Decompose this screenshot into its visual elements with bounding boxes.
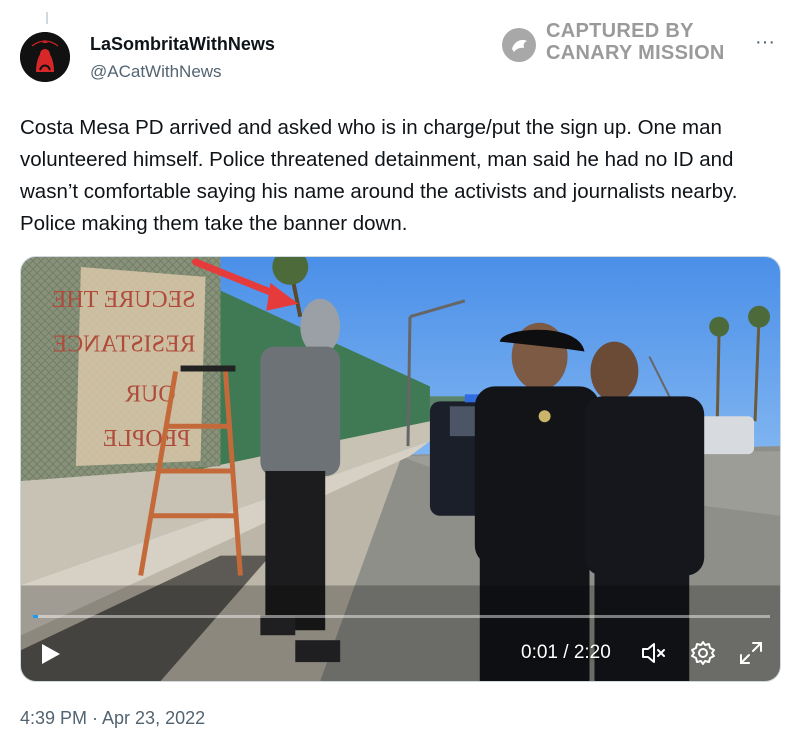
video-controls: 0:01 / 2:20: [21, 625, 780, 681]
fullscreen-icon[interactable]: [737, 639, 765, 667]
video-progress-bar[interactable]: [33, 615, 770, 618]
watermark-line-2: CANARY MISSION: [546, 42, 725, 64]
thread-connector-line: [46, 12, 48, 24]
tweet-header: LaSombritaWithNews @ACatWithNews CAPTURE…: [20, 20, 780, 88]
svg-text:PEOPLE: PEOPLE: [103, 426, 191, 452]
video-player[interactable]: SECURE THE RESISTANCE OUR PEOPLE 0:01 / …: [20, 256, 781, 682]
svg-text:RESISTANCE: RESISTANCE: [53, 332, 196, 358]
avatar[interactable]: [20, 32, 70, 82]
video-time-display: 0:01 / 2:20: [521, 642, 611, 663]
watermark-line-1: CAPTURED BY: [546, 20, 694, 42]
canary-logo-icon: [502, 28, 536, 62]
tweet-text: Costa Mesa PD arrived and asked who is i…: [20, 116, 738, 235]
svg-text:SECURE THE: SECURE THE: [52, 287, 196, 313]
tweet-timestamp[interactable]: 4:39 PM · Apr 23, 2022: [20, 706, 205, 730]
user-handle[interactable]: @ACatWithNews: [90, 60, 275, 84]
video-progress-fill: [33, 615, 39, 618]
display-name[interactable]: LaSombritaWithNews: [90, 32, 275, 56]
canary-mission-watermark: CAPTURED BY CANARY MISSION: [502, 20, 742, 66]
mute-icon[interactable]: [639, 639, 667, 667]
more-options-button[interactable]: ···: [750, 32, 780, 56]
avatar-image: [20, 32, 70, 82]
settings-icon[interactable]: [689, 639, 717, 667]
play-icon[interactable]: [37, 641, 63, 667]
